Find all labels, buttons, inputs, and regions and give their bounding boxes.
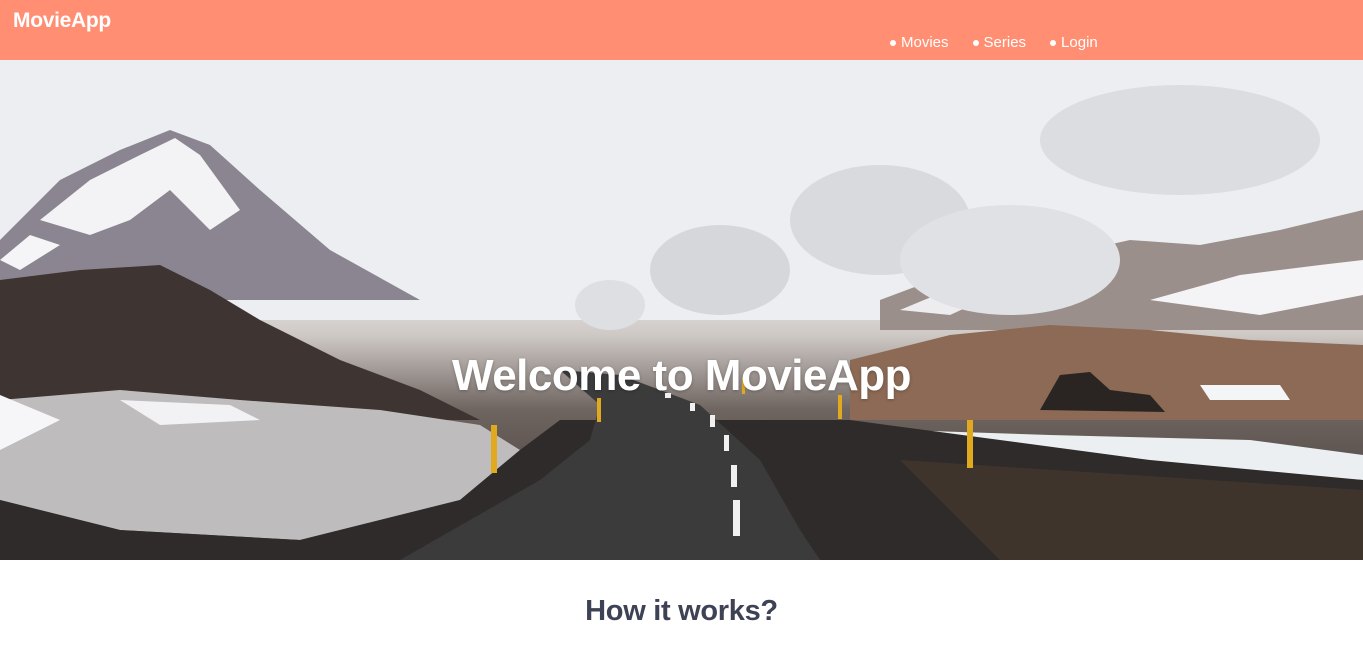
hero-banner: Welcome to MovieApp: [0, 60, 1363, 560]
nav-item-label: Series: [983, 34, 1027, 51]
bullet-icon: [972, 39, 979, 46]
hero-title: Welcome to MovieApp: [451, 351, 912, 401]
nav-item-label: Login: [1061, 34, 1098, 51]
bullet-icon: [890, 39, 896, 46]
main-nav: Movies Series Login: [890, 34, 1098, 51]
nav-item-label: Movies: [901, 34, 949, 51]
section-title: How it works?: [585, 595, 778, 627]
bullet-icon: [1050, 39, 1057, 46]
hero-landscape-image: [0, 60, 1363, 560]
top-nav-bar: MovieApp Movies Series Login: [0, 0, 1363, 60]
nav-item-login[interactable]: Login: [1050, 34, 1098, 51]
brand-logo[interactable]: MovieApp: [13, 9, 111, 33]
nav-item-movies[interactable]: Movies: [890, 34, 949, 51]
nav-item-series[interactable]: Series: [972, 34, 1027, 51]
